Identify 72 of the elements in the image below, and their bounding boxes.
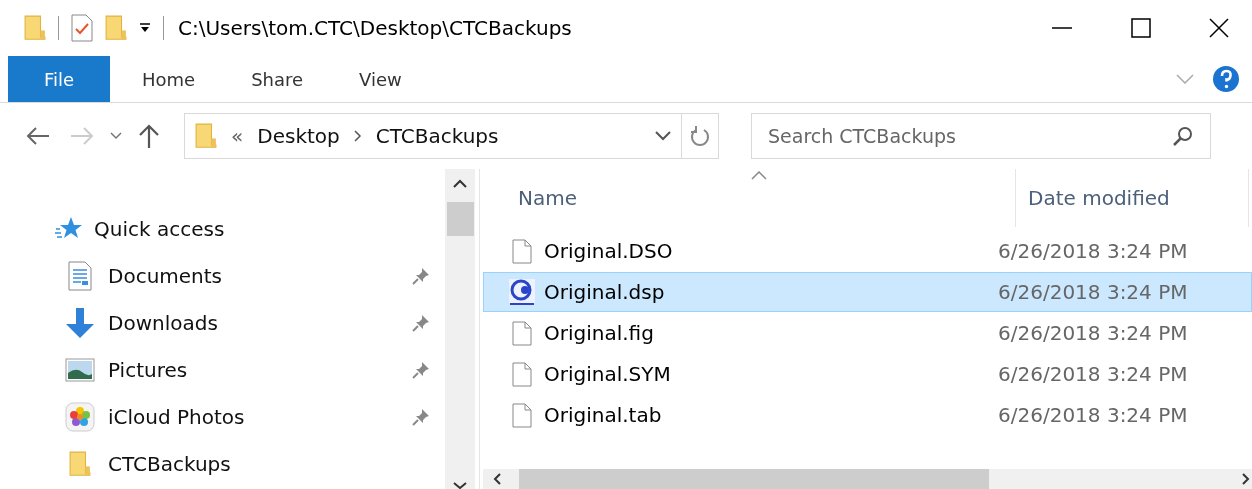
close-icon[interactable] xyxy=(1209,18,1229,38)
sidebar-label: iCloud Photos xyxy=(108,404,245,429)
back-icon[interactable] xyxy=(26,126,50,146)
breadcrumb[interactable]: Desktop xyxy=(257,124,340,148)
file-icon xyxy=(512,238,532,264)
sidebar-label: CTCBackups xyxy=(108,451,231,476)
sidebar-label: Documents xyxy=(108,263,223,288)
dropdown-icon[interactable] xyxy=(655,131,671,141)
new-folder-icon xyxy=(105,15,127,41)
date-modified: 6/26/2018 3:24 PM xyxy=(998,403,1188,427)
date-modified: 6/26/2018 3:24 PM xyxy=(998,280,1188,304)
date-modified: 6/26/2018 3:24 PM xyxy=(998,239,1188,263)
down-arrow-icon xyxy=(64,306,96,339)
maximize-icon[interactable] xyxy=(1131,18,1151,38)
sidebar-label: Downloads xyxy=(108,310,218,335)
date-modified: 6/26/2018 3:24 PM xyxy=(998,321,1188,345)
recent-dropdown-icon[interactable] xyxy=(110,132,122,140)
ribbon-tab[interactable]: File xyxy=(8,56,110,102)
refresh-icon[interactable] xyxy=(690,125,710,147)
file-row[interactable]: Original.SYM 6/26/2018 3:24 PM xyxy=(483,354,1252,394)
sidebar-item[interactable]: Quick access xyxy=(52,205,431,252)
file-row[interactable]: Original.dsp 6/26/2018 3:24 PM xyxy=(483,272,1252,312)
horizontal-scrollbar[interactable] xyxy=(483,469,1252,489)
column-header[interactable]: Date modified xyxy=(1016,169,1249,227)
dropdown-icon[interactable] xyxy=(139,22,151,34)
search-icon[interactable] xyxy=(1173,126,1193,146)
sidebar-item[interactable]: Pictures xyxy=(64,346,431,393)
file-row[interactable]: Original.tab 6/26/2018 3:24 PM xyxy=(483,395,1252,435)
sort-caret-icon xyxy=(751,171,767,180)
file-name: Original.SYM xyxy=(543,362,672,386)
breadcrumb[interactable]: CTCBackups xyxy=(375,124,499,148)
sidebar-item[interactable]: CTCBackups xyxy=(64,440,431,487)
sidebar-label: Quick access xyxy=(94,216,225,241)
app-icon xyxy=(508,278,536,306)
picture-icon xyxy=(64,357,96,382)
flower-icon xyxy=(64,401,96,432)
vertical-scrollbar[interactable] xyxy=(445,169,475,489)
scrollbar-thumb[interactable] xyxy=(519,469,989,489)
chevron-icon[interactable] xyxy=(353,130,362,142)
scroll-up-icon[interactable] xyxy=(453,179,467,188)
scrollbar-thumb[interactable] xyxy=(446,202,474,236)
date-modified: 6/26/2018 3:24 PM xyxy=(998,362,1188,386)
scroll-down-icon[interactable] xyxy=(453,482,467,489)
file-name: Original.dsp xyxy=(543,280,666,304)
file-row[interactable]: Original.fig 6/26/2018 3:24 PM xyxy=(483,313,1252,353)
properties-icon[interactable] xyxy=(71,14,93,42)
window-title: C:\Users\tom.CTC\Desktop\CTCBackups xyxy=(178,16,572,40)
ribbon-tab[interactable]: Home xyxy=(114,56,224,102)
column-header[interactable]: Name xyxy=(483,169,1016,227)
overflow-chevron[interactable]: « xyxy=(231,124,244,148)
file-icon xyxy=(512,320,532,346)
file-icon xyxy=(512,361,532,387)
search-field[interactable]: Search CTCBackups xyxy=(751,113,1211,159)
file-icon xyxy=(512,402,532,428)
sidebar-item[interactable]: iCloud Photos xyxy=(64,393,431,440)
sidebar-item[interactable]: Documents xyxy=(64,252,431,299)
address-bar[interactable]: « Desktop CTCBackups xyxy=(184,113,719,159)
scroll-right-icon[interactable] xyxy=(1242,473,1250,485)
file-name: Original.DSO xyxy=(543,239,674,263)
file-name: Original.fig xyxy=(543,321,655,345)
help-icon[interactable] xyxy=(1212,65,1240,93)
scroll-left-icon[interactable] xyxy=(493,473,501,485)
file-row[interactable]: Original.DSO 6/26/2018 3:24 PM xyxy=(483,231,1252,271)
sidebar-label: Pictures xyxy=(108,357,188,382)
up-icon[interactable] xyxy=(138,124,160,148)
file-name: Original.tab xyxy=(543,403,663,427)
folder-icon xyxy=(69,450,91,477)
ribbon-tab[interactable]: Share xyxy=(223,56,332,102)
folder-icon xyxy=(195,123,217,149)
ribbon-tab[interactable]: View xyxy=(331,56,430,102)
folder-icon xyxy=(24,15,46,41)
sidebar-item[interactable]: Downloads xyxy=(64,299,431,346)
